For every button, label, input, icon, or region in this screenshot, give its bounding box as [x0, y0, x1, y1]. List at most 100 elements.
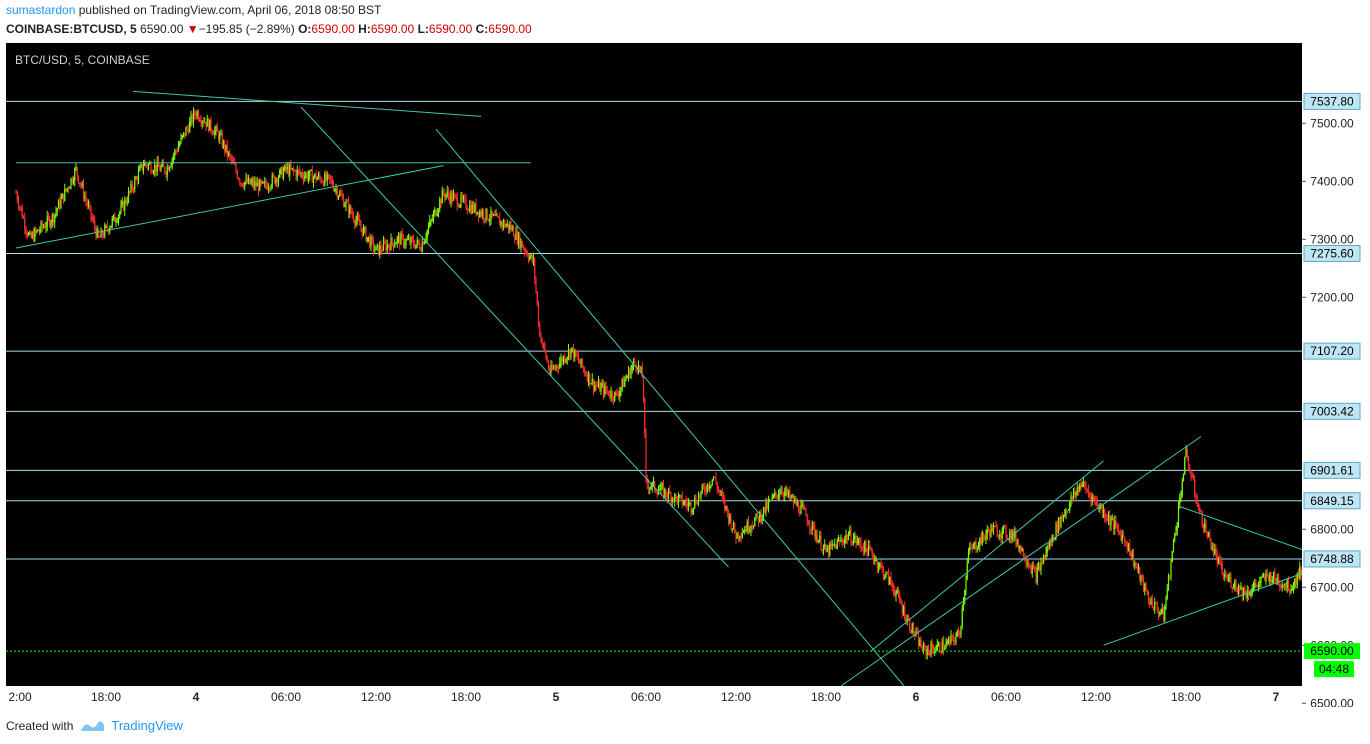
candle-body: [1289, 591, 1291, 593]
candle-body: [1172, 539, 1175, 552]
candle-body: [371, 237, 373, 240]
candle-body: [507, 223, 510, 230]
candle-body: [1260, 576, 1262, 582]
candle-body: [66, 187, 68, 191]
candle-body: [817, 540, 820, 543]
candle-body: [1227, 577, 1230, 581]
candle-body: [220, 134, 222, 136]
candle-body: [1225, 574, 1227, 578]
candle-body: [984, 536, 986, 540]
candle-body: [382, 241, 385, 251]
candle-body: [1214, 549, 1216, 554]
candle-body: [369, 236, 371, 248]
candle-body: [1019, 545, 1021, 550]
tradingview-logo-icon: [81, 720, 105, 731]
candle-body: [35, 229, 37, 232]
candle-body: [1159, 613, 1161, 615]
candle-body: [472, 204, 475, 212]
candle-body: [979, 538, 981, 547]
candle-body: [1035, 569, 1037, 582]
candle-body: [292, 168, 295, 171]
candle-body: [1090, 495, 1092, 502]
price-axis[interactable]: [1302, 43, 1364, 707]
candle-body: [327, 174, 330, 176]
price-chart[interactable]: 7537.80 7275.60 7107.20 7003.42 6901.61 6849.…: [6, 43, 1370, 710]
x-tick-label: 18:00: [1171, 690, 1201, 704]
level-price-label: 6849.15: [1310, 494, 1354, 508]
candle-body: [1192, 476, 1195, 480]
candle-body: [966, 563, 968, 579]
candle-body: [322, 182, 325, 186]
candle-body: [86, 201, 88, 206]
candle-body: [1014, 531, 1016, 538]
candle-body: [187, 128, 190, 133]
candle-body: [80, 183, 82, 186]
candle-body: [810, 529, 812, 531]
candle-body: [456, 196, 458, 207]
level-price-label: 6748.88: [1310, 552, 1354, 566]
candle-body: [624, 379, 626, 387]
tradingview-link[interactable]: TradingView: [111, 718, 183, 733]
candle-body: [265, 181, 267, 186]
candle-body: [361, 228, 363, 236]
candle-body: [385, 243, 387, 251]
candle-body: [1094, 497, 1096, 501]
candle-body: [715, 477, 717, 484]
candle-body: [320, 177, 322, 183]
author-link[interactable]: sumastardon: [6, 3, 75, 17]
candle-body: [257, 182, 260, 191]
candle-body: [487, 219, 490, 221]
candle-body: [1166, 589, 1168, 598]
candle-body: [555, 365, 557, 369]
candle-body: [819, 535, 821, 541]
candle-body: [336, 188, 338, 198]
candle-body: [446, 191, 448, 195]
candle-body: [967, 550, 970, 564]
chart-area[interactable]: 7537.80 7275.60 7107.20 7003.42 6901.61 6849.…: [6, 43, 1370, 710]
candle-body: [889, 576, 891, 585]
candle-body: [697, 495, 700, 504]
candle-body: [1112, 518, 1115, 530]
candle-body: [32, 233, 35, 241]
candle-body: [882, 567, 885, 578]
candle-body: [386, 244, 388, 251]
candle-body: [552, 367, 555, 370]
candle-body: [596, 385, 598, 387]
candle-body: [1135, 563, 1137, 567]
candle-body: [687, 503, 690, 507]
candle-body: [837, 539, 840, 541]
candle-body: [454, 194, 456, 196]
candle-body: [701, 485, 703, 492]
candle-body: [671, 498, 673, 503]
candle-body: [666, 495, 668, 498]
candle-body: [1147, 594, 1150, 602]
x-tick-label: 06:00: [631, 690, 661, 704]
time-axis[interactable]: [6, 686, 1364, 707]
candle-body: [764, 506, 766, 513]
candle-body: [297, 169, 300, 171]
candle-body: [559, 362, 561, 369]
candle-body: [356, 216, 358, 221]
candle-body: [307, 175, 310, 180]
candle-body: [884, 576, 886, 578]
candle-body: [494, 214, 496, 216]
x-tick-label: 12:00: [1081, 690, 1111, 704]
candle-body: [911, 623, 913, 634]
candle-body: [640, 367, 642, 371]
candle-body: [840, 539, 842, 542]
candle-body: [1140, 576, 1142, 580]
candle-body: [400, 233, 402, 245]
candle-body: [579, 361, 581, 364]
candle-body: [572, 347, 575, 359]
candle-body: [317, 174, 320, 178]
candle-body: [466, 208, 468, 211]
candle-body: [1286, 579, 1288, 589]
candle-body: [661, 485, 663, 487]
candle-body: [667, 490, 670, 498]
candle-body: [772, 495, 775, 497]
candle-body: [30, 232, 32, 238]
candle-body: [339, 192, 341, 197]
candle-body: [722, 496, 725, 500]
candle-body: [887, 572, 890, 585]
candle-body: [1136, 566, 1138, 570]
